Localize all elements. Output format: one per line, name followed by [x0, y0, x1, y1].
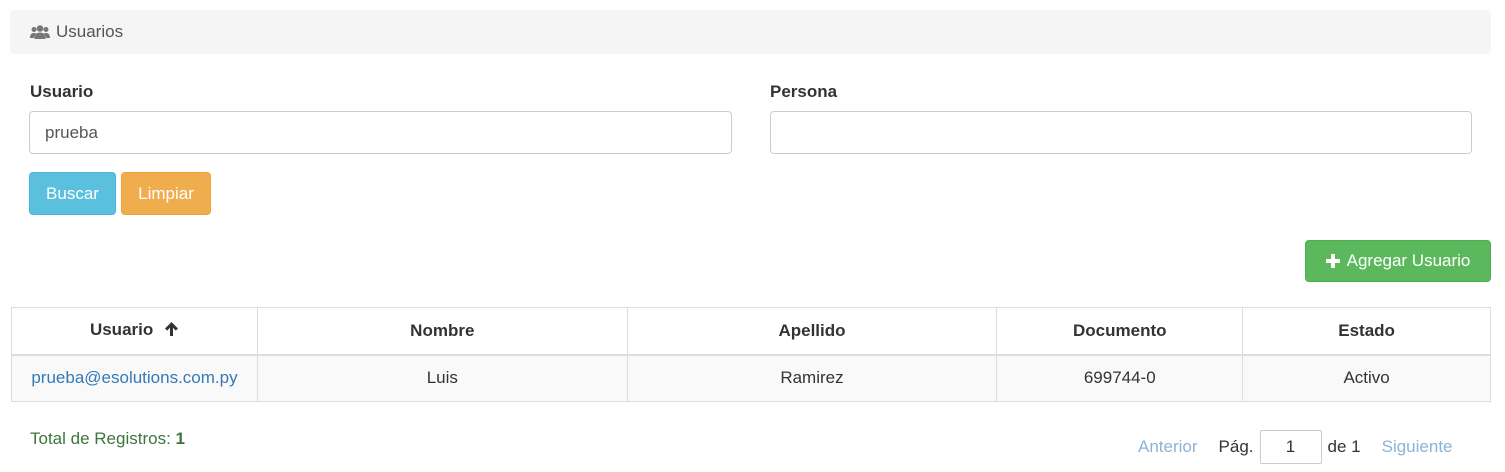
column-header-nombre[interactable]: Nombre [256, 307, 628, 356]
column-header-apellido[interactable]: Apellido [626, 307, 998, 356]
panel-heading: Usuarios [10, 10, 1491, 54]
next-page-link[interactable]: Siguiente [1382, 437, 1453, 457]
persona-input[interactable] [770, 111, 1472, 154]
usuario-input[interactable] [29, 111, 732, 154]
user-link[interactable]: prueba@esolutions.com.py [31, 368, 237, 387]
add-user-button[interactable]: Agregar Usuario [1305, 240, 1491, 282]
add-user-label: Agregar Usuario [1346, 251, 1471, 270]
page-number-input[interactable] [1259, 430, 1322, 464]
column-header-usuario[interactable]: Usuario [11, 307, 258, 356]
cell-nombre: Luis [256, 354, 628, 402]
search-button[interactable]: Buscar [29, 172, 116, 215]
page-label: Pág. [1218, 437, 1254, 456]
cell-apellido: Ramirez [626, 354, 998, 402]
table-header-row: Usuario Nombre Apellido Documento Estado [11, 307, 1491, 356]
arrow-up-icon [164, 321, 179, 342]
usuario-label: Usuario [30, 82, 94, 101]
plus-icon [1325, 254, 1340, 268]
total-value: 1 [175, 429, 185, 448]
previous-page-link[interactable]: Anterior [1138, 437, 1198, 457]
cell-usuario: prueba@esolutions.com.py [11, 354, 258, 402]
column-header-documento[interactable]: Documento [996, 307, 1244, 356]
column-header-estado[interactable]: Estado [1242, 307, 1491, 356]
clear-button[interactable]: Limpiar [121, 172, 211, 215]
total-records: Total de Registros: 1 [30, 429, 185, 449]
page-title: Usuarios [56, 22, 124, 41]
cell-documento: 699744-0 [996, 354, 1244, 402]
cell-estado: Activo [1242, 354, 1491, 402]
total-label: Total de Registros: [30, 429, 171, 448]
page-total: de 1 [1327, 437, 1361, 456]
users-table: Usuario Nombre Apellido Documento Estado… [11, 307, 1491, 402]
pagination: Anterior Pág. de 1 Siguiente [1138, 430, 1453, 464]
users-icon [30, 24, 50, 40]
persona-label: Persona [770, 82, 838, 101]
table-row: prueba@esolutions.com.py Luis Ramirez 69… [11, 354, 1491, 402]
